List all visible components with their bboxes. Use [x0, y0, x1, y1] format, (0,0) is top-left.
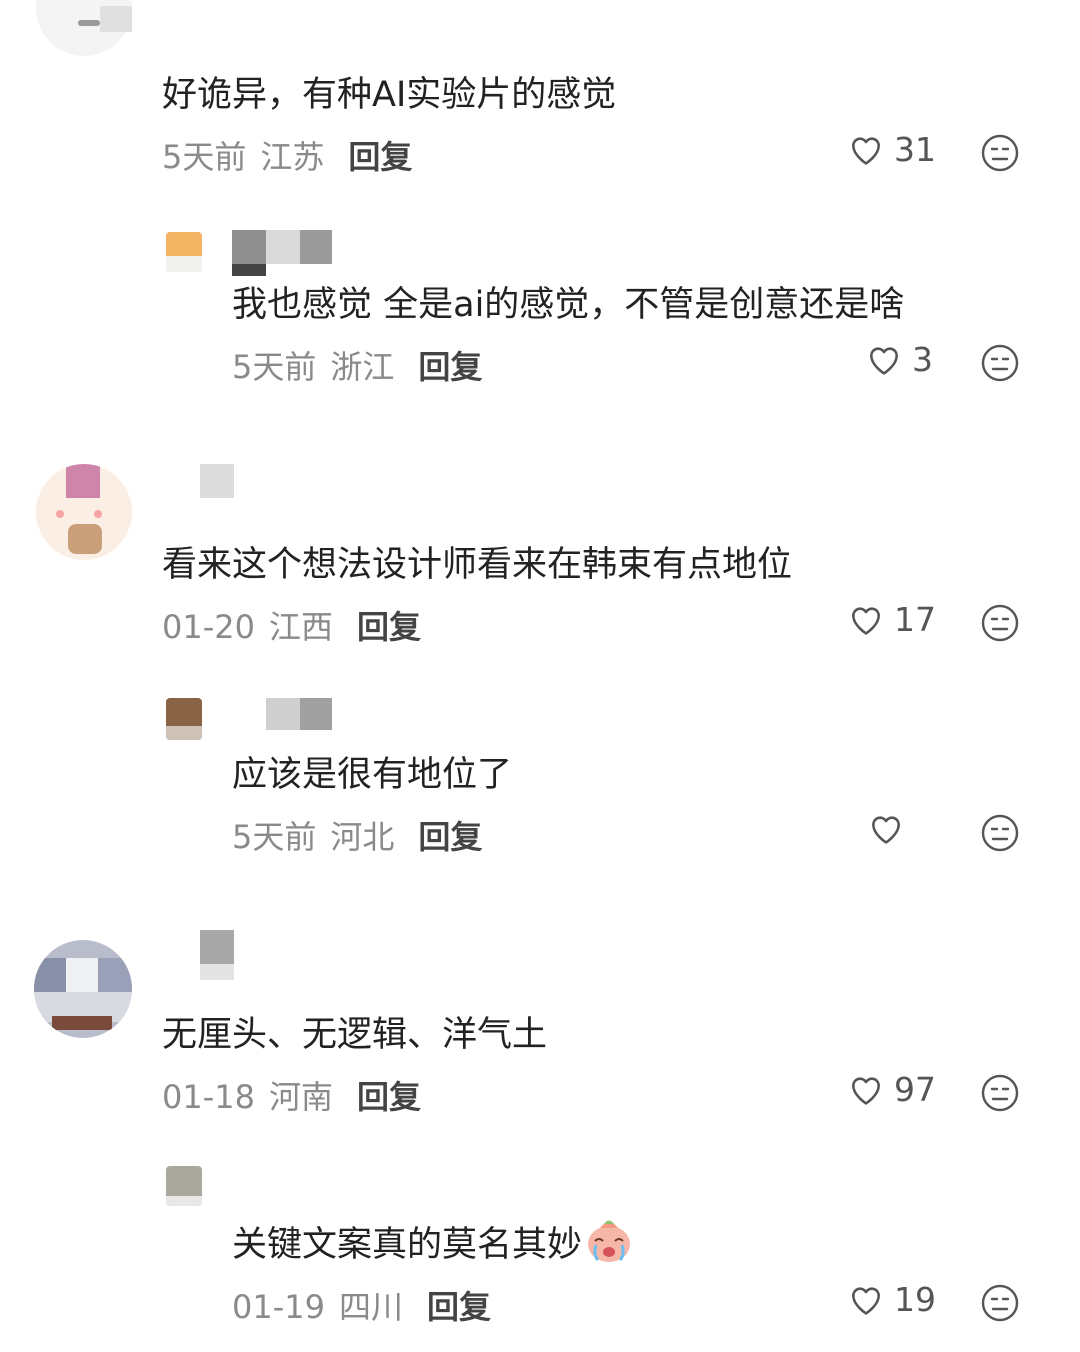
- like-button[interactable]: [866, 810, 914, 848]
- comment-time: 01-20: [162, 608, 255, 646]
- comment-location: 江苏: [260, 138, 325, 176]
- reply-button[interactable]: 回复: [427, 1288, 491, 1326]
- username-blurred[interactable]: [200, 930, 234, 964]
- username-blurred[interactable]: [232, 230, 332, 276]
- comment-item: 无厘头、无逻辑、洋气土 01-18 河南 回复 97 关键文案真的莫名其妙 01-1…: [0, 910, 1080, 1352]
- comment-meta: 01-20 江西 回复: [162, 602, 421, 648]
- like-count: 3: [912, 340, 933, 379]
- crying-face-emoji: [588, 1220, 631, 1262]
- reply-location: 河北: [330, 818, 395, 856]
- reply-text: 我也感觉 全是ai的感觉，不管是创意还是啥: [232, 285, 905, 325]
- comment-meta: 01-18 河南 回复: [162, 1072, 421, 1118]
- like-count: 17: [894, 600, 936, 639]
- username-blurred[interactable]: [100, 6, 132, 32]
- comment-location: 河南: [268, 1078, 333, 1116]
- heart-outline-icon: [852, 1287, 880, 1315]
- avatar[interactable]: [166, 232, 202, 272]
- reply-button[interactable]: 回复: [418, 348, 482, 386]
- avatar[interactable]: [166, 698, 202, 740]
- like-count: 19: [894, 1280, 936, 1319]
- comment-text: 好诡异，有种AI实验片的感觉: [162, 75, 617, 115]
- neutral-face-icon[interactable]: [980, 133, 1020, 173]
- like-button[interactable]: 31: [846, 130, 936, 169]
- like-button[interactable]: 97: [846, 1070, 936, 1109]
- like-count: 31: [894, 130, 936, 169]
- reply-meta: 5天前 浙江 回复: [232, 342, 482, 388]
- heart-outline-icon: [852, 137, 880, 165]
- reply-button[interactable]: 回复: [418, 818, 482, 856]
- neutral-face-icon[interactable]: [980, 813, 1020, 853]
- heart-outline-icon: [870, 347, 898, 375]
- like-button[interactable]: 19: [846, 1280, 936, 1319]
- reply-meta: 5天前 河北 回复: [232, 812, 482, 858]
- neutral-face-icon[interactable]: [980, 343, 1020, 383]
- neutral-face-icon[interactable]: [980, 1073, 1020, 1113]
- heart-outline-icon: [872, 816, 900, 844]
- reply-button[interactable]: 回复: [357, 1078, 421, 1116]
- avatar[interactable]: [34, 940, 132, 1038]
- reply-time: 01-19: [232, 1288, 325, 1326]
- reply-text: 关键文案真的莫名其妙: [232, 1225, 583, 1265]
- comment-time: 5天前: [162, 138, 247, 176]
- reply-time: 5天前: [232, 348, 317, 386]
- reply-meta: 01-19 四川 回复: [232, 1282, 491, 1328]
- reply-text: 应该是很有地位了: [232, 755, 513, 795]
- reply-button[interactable]: 回复: [348, 138, 412, 176]
- neutral-face-icon[interactable]: [980, 1283, 1020, 1323]
- like-count: 97: [894, 1070, 936, 1109]
- avatar[interactable]: [36, 464, 132, 560]
- reply-location: 四川: [338, 1288, 403, 1326]
- reply-text-wrap: 关键文案真的莫名其妙: [232, 1216, 634, 1267]
- neutral-face-icon[interactable]: [980, 603, 1020, 643]
- comment-item: 看来这个想法设计师看来在韩束有点地位 01-20 江西 回复 17 应该是很有地位了…: [0, 440, 1080, 910]
- comment-item: 好诡异，有种AI实验片的感觉 5天前 江苏 回复 31 我也感觉 全是ai的感觉，不…: [0, 0, 1080, 440]
- comment-text: 看来这个想法设计师看来在韩束有点地位: [162, 545, 793, 585]
- like-button[interactable]: 3: [864, 340, 933, 379]
- avatar[interactable]: [166, 1166, 202, 1206]
- comment-meta: 5天前 江苏 回复: [162, 132, 412, 178]
- comment-text: 无厘头、无逻辑、洋气土: [162, 1015, 548, 1055]
- heart-outline-icon: [852, 1077, 880, 1105]
- comment-time: 01-18: [162, 1078, 255, 1116]
- reply-location: 浙江: [330, 348, 395, 386]
- reply-time: 5天前: [232, 818, 317, 856]
- reply-button[interactable]: 回复: [357, 608, 421, 646]
- username-blurred[interactable]: [200, 464, 234, 498]
- username-blurred[interactable]: [266, 698, 332, 730]
- comment-location: 江西: [268, 608, 333, 646]
- heart-outline-icon: [852, 607, 880, 635]
- like-button[interactable]: 17: [846, 600, 936, 639]
